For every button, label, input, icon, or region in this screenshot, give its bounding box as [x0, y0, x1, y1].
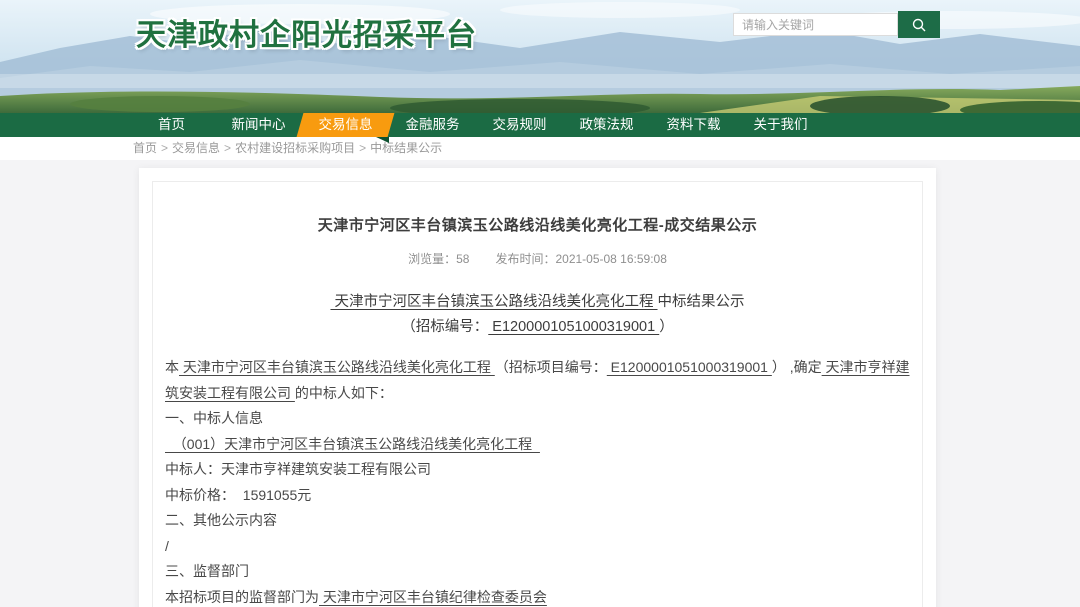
- notice-body: 本 天津市宁河区丰台镇滨玉公路线沿线美化亮化工程 （招标项目编号： E12000…: [165, 355, 910, 607]
- underlined-field: 天津市宁河区丰台镇纪律检查委员会: [319, 589, 547, 605]
- breadcrumb-item[interactable]: 交易信息: [172, 141, 220, 155]
- notice-line: 本招标项目的监督部门为 天津市宁河区丰台镇纪律检查委员会: [165, 585, 910, 607]
- text-segment: /: [165, 538, 169, 554]
- search-icon: [911, 17, 927, 33]
- notice-line: 本 天津市宁河区丰台镇滨玉公路线沿线美化亮化工程 （招标项目编号： E12000…: [165, 355, 910, 406]
- breadcrumb: 首页 > 交易信息 > 农村建设招标采购项目 > 中标结果公示: [0, 137, 1080, 160]
- nav-item-policies[interactable]: 政策法规: [563, 113, 650, 137]
- views-label: 浏览量：: [408, 252, 456, 266]
- text-segment: ） ,确定: [772, 359, 822, 375]
- notice-card: 天津市宁河区丰台镇滨玉公路线沿线美化亮化工程-成交结果公示 浏览量：58 发布时间…: [139, 168, 936, 607]
- views-value: 58: [456, 252, 469, 266]
- notice-card-inner: 天津市宁河区丰台镇滨玉公路线沿线美化亮化工程-成交结果公示 浏览量：58 发布时间…: [152, 181, 923, 607]
- breadcrumb-separator: >: [359, 141, 366, 155]
- site-title: 天津政村企阳光招采平台: [136, 10, 477, 54]
- nav-item-trade-info[interactable]: 交易信息: [302, 113, 389, 137]
- content-area: 天津市宁河区丰台镇滨玉公路线沿线美化亮化工程-成交结果公示 浏览量：58 发布时间…: [0, 160, 1080, 607]
- nav-item-label: 金融服务: [406, 117, 460, 132]
- notice-heading-lines: 天津市宁河区丰台镇滨玉公路线沿线美化亮化工程 中标结果公示（招标编号： E120…: [165, 290, 910, 340]
- nav-item-label: 新闻中心: [232, 117, 286, 132]
- notice-title: 天津市宁河区丰台镇滨玉公路线沿线美化亮化工程-成交结果公示: [165, 214, 910, 235]
- notice-line: 一、中标人信息: [165, 406, 910, 432]
- underlined-field: 天津市宁河区丰台镇滨玉公路线沿线美化亮化工程: [179, 359, 495, 375]
- text-segment: （招标项目编号：: [495, 359, 607, 375]
- notice-line: （招标编号： E1200001051000319001 ）: [165, 315, 910, 340]
- nav-item-label: 政策法规: [580, 117, 634, 132]
- notice-line: 中标价格： 1591055元: [165, 483, 910, 509]
- underlined-field: （001）天津市宁河区丰台镇滨玉公路线沿线美化亮化工程: [165, 436, 540, 452]
- breadcrumb-item[interactable]: 农村建设招标采购项目: [235, 141, 355, 155]
- text-segment: 中标价格： 1591055元: [165, 487, 311, 503]
- text-segment: 的中标人如下：: [295, 385, 393, 401]
- text-segment: 本招标项目的监督部门为: [165, 589, 319, 605]
- site-header: 天津政村企阳光招采平台: [0, 0, 1080, 113]
- notice-line: 三、监督部门: [165, 559, 910, 585]
- text-segment: 二、其他公示内容: [165, 512, 277, 528]
- nav-item-downloads[interactable]: 资料下载: [650, 113, 737, 137]
- main-nav-items: 首页 新闻中心 交易信息 金融服务 交易规则 政策法规 资料下载 关于我们: [128, 113, 824, 137]
- nav-item-label: 交易规则: [493, 117, 547, 132]
- text-segment: 本: [165, 359, 179, 375]
- nav-item-about-us[interactable]: 关于我们: [737, 113, 824, 137]
- nav-item-label: 资料下载: [667, 117, 721, 132]
- text-segment: ）: [659, 319, 674, 335]
- search-button[interactable]: [898, 11, 940, 38]
- breadcrumb-separator: >: [161, 141, 168, 155]
- breadcrumb-item: 中标结果公示: [370, 141, 442, 155]
- nav-item-label: 首页: [158, 117, 185, 132]
- search-input[interactable]: [733, 13, 898, 36]
- search-bar: [733, 11, 940, 38]
- publish-time-label: 发布时间：: [495, 252, 555, 266]
- publish-time-value: 2021-05-08 16:59:08: [555, 252, 666, 266]
- nav-item-news-center[interactable]: 新闻中心: [215, 113, 302, 137]
- text-segment: 中标结果公示: [658, 294, 745, 310]
- text-segment: 中标人：天津市亨祥建筑安装工程有限公司: [165, 461, 431, 477]
- nav-item-trade-rules[interactable]: 交易规则: [476, 113, 563, 137]
- notice-line: 天津市宁河区丰台镇滨玉公路线沿线美化亮化工程 中标结果公示: [165, 290, 910, 315]
- notice-meta: 浏览量：58 发布时间：2021-05-08 16:59:08: [165, 250, 910, 267]
- nav-item-financial-services[interactable]: 金融服务: [389, 113, 476, 137]
- nav-item-label: 关于我们: [754, 117, 808, 132]
- main-nav: 首页 新闻中心 交易信息 金融服务 交易规则 政策法规 资料下载 关于我们: [0, 113, 1080, 137]
- underlined-field: E1200001051000319001: [488, 319, 659, 335]
- notice-line: （001）天津市宁河区丰台镇滨玉公路线沿线美化亮化工程: [165, 432, 910, 458]
- text-segment: 一、中标人信息: [165, 410, 263, 426]
- underlined-field: 天津市宁河区丰台镇滨玉公路线沿线美化亮化工程: [330, 294, 657, 310]
- page: 天津政村企阳光招采平台 首页新闻中心交易信息金融服务交易规则政策法规资料下载关于…: [0, 0, 1080, 607]
- breadcrumb-item[interactable]: 首页: [133, 141, 157, 155]
- nav-item-label: 交易信息: [319, 117, 373, 132]
- text-segment: 三、监督部门: [165, 563, 249, 579]
- underlined-field: E1200001051000319001: [607, 359, 772, 375]
- notice-line: /: [165, 534, 910, 560]
- breadcrumb-separator: >: [224, 141, 231, 155]
- notice-line: 中标人：天津市亨祥建筑安装工程有限公司: [165, 457, 910, 483]
- notice-line: 二、其他公示内容: [165, 508, 910, 534]
- text-segment: （招标编号：: [401, 319, 488, 335]
- nav-item-home[interactable]: 首页: [128, 113, 215, 137]
